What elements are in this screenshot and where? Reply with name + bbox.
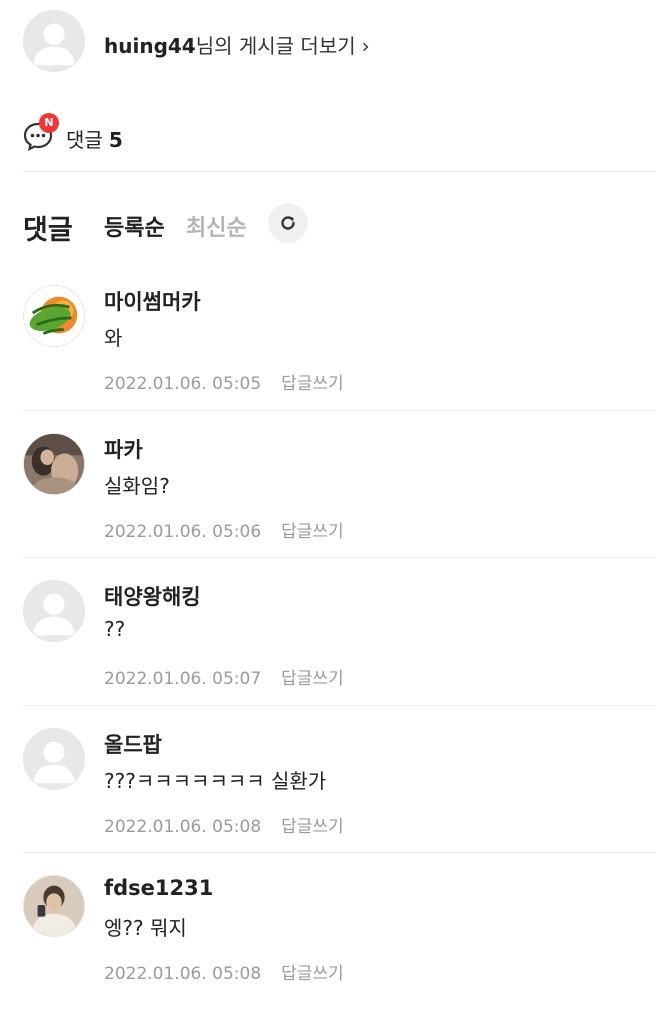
commenter-avatar[interactable] xyxy=(23,285,85,347)
comment-divider xyxy=(23,705,656,706)
reply-button[interactable]: 답글쓰기 xyxy=(281,374,344,394)
commenter-avatar[interactable] xyxy=(23,728,85,790)
comment-item: fdse1231 엥?? 뭐지 2022.01.06. 05:08 답글쓰기 xyxy=(23,875,656,1022)
sort-by-registered[interactable]: 등록순 xyxy=(104,210,165,242)
comment-meta: 2022.01.06. 05:05 답글쓰기 xyxy=(104,369,344,394)
reply-button[interactable]: 답글쓰기 xyxy=(281,669,344,689)
comments-header: 댓글 등록순 최신순 xyxy=(23,200,643,250)
author-avatar[interactable] xyxy=(23,10,85,72)
section-divider xyxy=(23,171,656,172)
refresh-button[interactable] xyxy=(268,203,308,243)
more-posts-link[interactable]: huing44님의 게시글 더보기 › xyxy=(104,30,370,59)
reply-button[interactable]: 답글쓰기 xyxy=(281,522,344,542)
comment-count-label: 댓글 xyxy=(66,128,103,152)
comment-text: 실화임? xyxy=(104,474,170,498)
default-profile-icon xyxy=(24,729,84,789)
comment-date: 2022.01.06. 05:06 xyxy=(104,522,262,542)
default-profile-icon xyxy=(24,11,84,71)
commenter-avatar[interactable] xyxy=(23,580,85,642)
sort-by-latest[interactable]: 최신순 xyxy=(186,210,247,242)
post-author-row: huing44님의 게시글 더보기 › xyxy=(23,10,643,74)
comment-text: ?? xyxy=(104,617,126,641)
photo-avatar xyxy=(24,876,84,936)
default-profile-icon xyxy=(24,581,84,641)
comment-date: 2022.01.06. 05:08 xyxy=(104,817,262,837)
comment-divider xyxy=(23,852,656,853)
comment-count: 댓글 5 xyxy=(66,124,123,153)
comment-divider xyxy=(23,557,656,558)
comment-text: 와 xyxy=(104,326,123,350)
commenter-nickname[interactable]: 올드팝 xyxy=(104,729,162,759)
comment-date: 2022.01.06. 05:07 xyxy=(104,669,262,689)
reply-button[interactable]: 답글쓰기 xyxy=(281,964,344,984)
my-summer-car-logo xyxy=(24,286,84,346)
comment-text: ???ㅋㅋㅋㅋㅋㅋㅋ 실환가 xyxy=(104,769,327,793)
photo-avatar xyxy=(24,434,84,494)
commenter-nickname[interactable]: 마이썸머카 xyxy=(104,286,201,316)
comment-meta: 2022.01.06. 05:08 답글쓰기 xyxy=(104,812,344,837)
comment-count-row[interactable]: N 댓글 5 xyxy=(23,113,643,153)
commenter-avatar[interactable] xyxy=(23,875,85,937)
commenter-nickname[interactable]: 파카 xyxy=(104,434,143,464)
commenter-nickname[interactable]: fdse1231 xyxy=(104,876,213,900)
author-nickname: huing44 xyxy=(104,34,196,58)
comment-divider xyxy=(23,410,656,411)
comment-count-number: 5 xyxy=(108,128,123,152)
comment-meta: 2022.01.06. 05:06 답글쓰기 xyxy=(104,517,344,542)
comment-date: 2022.01.06. 05:05 xyxy=(104,374,262,394)
comment-meta: 2022.01.06. 05:08 답글쓰기 xyxy=(104,959,344,984)
comment-text: 엥?? 뭐지 xyxy=(104,916,187,940)
comments-title: 댓글 xyxy=(23,215,73,246)
more-posts-label: 님의 게시글 더보기 xyxy=(195,34,356,58)
chevron-right-icon: › xyxy=(361,34,370,58)
commenter-avatar[interactable] xyxy=(23,433,85,495)
comment-date: 2022.01.06. 05:08 xyxy=(104,964,262,984)
comment-meta: 2022.01.06. 05:07 답글쓰기 xyxy=(104,664,344,689)
refresh-icon xyxy=(281,216,295,230)
new-badge: N xyxy=(39,113,59,133)
reply-button[interactable]: 답글쓰기 xyxy=(281,817,344,837)
commenter-nickname[interactable]: 태양왕해킹 xyxy=(104,581,201,611)
